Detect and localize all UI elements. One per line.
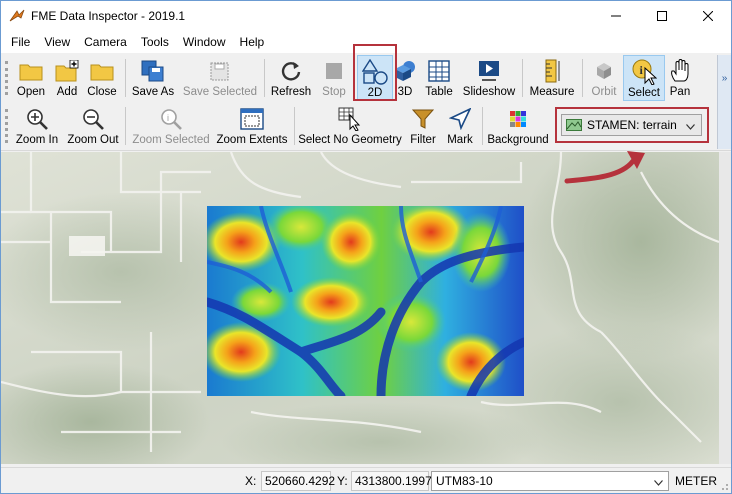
map-view[interactable] <box>1 152 719 464</box>
zoom-out-icon <box>80 106 106 132</box>
menu-camera[interactable]: Camera <box>77 32 134 52</box>
minimize-icon <box>611 15 621 17</box>
toolbar-separator <box>582 59 583 97</box>
zoom-out-button[interactable]: Zoom Out <box>65 103 121 149</box>
select-no-geometry-button[interactable]: Select No Geometry <box>298 103 402 149</box>
folder-add-icon <box>54 58 80 84</box>
toolbar-separator <box>125 59 126 97</box>
zoom-selected-icon: i <box>158 106 184 132</box>
toolbar-separator <box>294 107 295 145</box>
close-icon <box>703 11 713 21</box>
window-title: FME Data Inspector - 2019.1 <box>31 9 186 23</box>
save-selected-button[interactable]: Save Selected <box>181 55 259 101</box>
toolbar-grip[interactable] <box>5 109 8 143</box>
stop-button[interactable]: Stop <box>317 55 351 101</box>
minimize-button[interactable] <box>593 1 639 31</box>
x-coord-label: X: <box>245 474 257 488</box>
terrain-basemap <box>1 152 719 464</box>
fme-app-icon <box>9 8 25 24</box>
elevation-raster <box>207 206 524 396</box>
coordinate-system-select[interactable]: UTM83-10 <box>431 471 669 491</box>
save-as-button[interactable]: Save As <box>129 55 177 101</box>
refresh-button[interactable]: Refresh <box>269 55 313 101</box>
pan-button[interactable]: Pan <box>667 55 693 101</box>
toolbar-separator <box>264 59 265 97</box>
toolbar-separator <box>125 107 126 145</box>
open-button[interactable]: Open <box>13 55 49 101</box>
zoom-extents-icon <box>239 106 265 132</box>
resize-grip-icon[interactable] <box>719 481 729 491</box>
menu-view[interactable]: View <box>37 32 77 52</box>
zoom-extents-button[interactable]: Zoom Extents <box>215 103 289 149</box>
measure-button[interactable]: Measure <box>527 55 577 101</box>
toolbar-separator <box>482 107 483 145</box>
svg-text:i: i <box>167 113 169 123</box>
chevron-down-icon <box>654 475 663 489</box>
save-selected-icon <box>207 58 233 84</box>
app-window: FME Data Inspector - 2019.1 File View Ca… <box>0 0 732 494</box>
zoom-selected-button[interactable]: i Zoom Selected <box>131 103 211 149</box>
orbit-icon <box>591 58 617 84</box>
toolbar-overflow-button[interactable]: » <box>717 55 731 149</box>
status-bar: X: 520660.4292 Y: 4313800.1997 UTM83-10 … <box>1 467 731 493</box>
x-coord-value: 520660.4292 <box>261 471 335 491</box>
y-coord-value: 4313800.1997 <box>351 471 432 491</box>
table-button[interactable]: Table <box>421 55 457 101</box>
menu-help[interactable]: Help <box>233 32 272 52</box>
add-button[interactable]: Add <box>51 55 83 101</box>
close-button[interactable]: Close <box>85 55 119 101</box>
background-button[interactable]: Background <box>487 103 549 149</box>
close-window-button[interactable] <box>685 1 731 31</box>
refresh-icon <box>278 58 304 84</box>
highlight-background-box <box>555 107 709 143</box>
units-label: METER <box>675 474 717 488</box>
mark-arrow-icon <box>447 106 473 132</box>
toolbar-separator <box>522 59 523 97</box>
stop-icon <box>321 58 347 84</box>
slideshow-button[interactable]: Slideshow <box>461 55 517 101</box>
map-scrollbar[interactable] <box>719 152 731 464</box>
folder-open-icon <box>18 58 44 84</box>
filter-button[interactable]: Filter <box>407 103 439 149</box>
select-table-icon <box>337 106 363 132</box>
menu-tools[interactable]: Tools <box>134 32 176 52</box>
menu-file[interactable]: File <box>4 32 37 52</box>
zoom-in-icon <box>24 106 50 132</box>
slideshow-icon <box>476 58 502 84</box>
title-bar: FME Data Inspector - 2019.1 <box>1 1 731 31</box>
background-grid-icon <box>505 106 531 132</box>
y-coord-label: Y: <box>337 474 348 488</box>
folder-close-icon <box>89 58 115 84</box>
select-button[interactable]: i Select <box>623 55 665 101</box>
highlight-2d-box <box>353 44 397 101</box>
maximize-button[interactable] <box>639 1 685 31</box>
maximize-icon <box>657 11 667 21</box>
table-icon <box>426 58 452 84</box>
select-info-icon: i <box>631 59 657 85</box>
toolbar-grip[interactable] <box>5 61 8 95</box>
chevron-right-icon: » <box>721 73 728 84</box>
hand-pan-icon <box>667 58 693 84</box>
coordinate-system-value: UTM83-10 <box>436 474 493 488</box>
orbit-button[interactable]: Orbit <box>587 55 621 101</box>
save-as-icon <box>140 58 166 84</box>
window-controls <box>593 1 731 31</box>
mark-button[interactable]: Mark <box>443 103 477 149</box>
zoom-in-button[interactable]: Zoom In <box>13 103 61 149</box>
menu-window[interactable]: Window <box>176 32 233 52</box>
ruler-icon <box>539 58 565 84</box>
funnel-filter-icon <box>410 106 436 132</box>
toolbar-area: Open Add Close Save As Save Selected Ref… <box>1 44 731 151</box>
